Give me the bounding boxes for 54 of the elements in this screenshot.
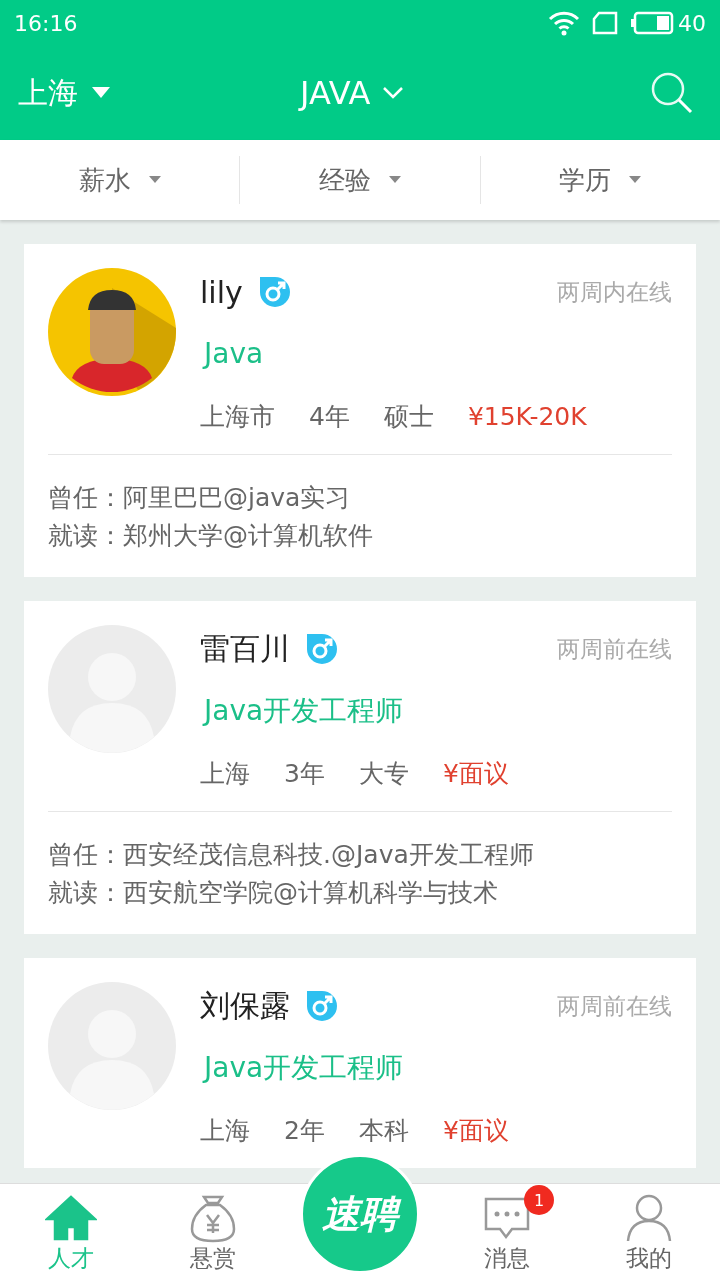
caret-icon <box>148 176 161 184</box>
work-history: 曾任：西安经茂信息科技.@Java开发工程师 <box>48 839 535 871</box>
education-history: 就读：西安航空学院@计算机科学与技术 <box>48 877 499 909</box>
filter-dropdown[interactable]: 经验 <box>240 140 480 220</box>
filter-dropdown[interactable]: 薪水 <box>0 140 240 220</box>
experience: 2年 <box>284 1114 325 1147</box>
online-status: 两周前在线 <box>557 634 672 664</box>
online-status: 两周内在线 <box>557 277 672 307</box>
avatar-icon <box>48 268 176 396</box>
candidate-name: 雷百川 <box>200 629 290 668</box>
search-icon[interactable] <box>650 71 694 115</box>
battery-level: 40 <box>678 10 706 36</box>
caret-icon <box>389 176 401 184</box>
wifi-icon <box>548 10 580 36</box>
nav-tab[interactable]: 我的 <box>594 1183 704 1280</box>
candidate-name: lily <box>200 274 243 310</box>
job-title: Java开发工程师 <box>204 1050 405 1086</box>
candidate-name: 刘保露 <box>200 986 290 1025</box>
male-icon <box>306 633 338 665</box>
job-title: Java <box>204 336 265 372</box>
nav-tab[interactable]: 悬赏 <box>158 1183 268 1280</box>
caret-icon <box>92 87 110 99</box>
salary: ¥15K-20K <box>467 401 587 431</box>
education: 本科 <box>358 1114 409 1147</box>
salary: ¥面议 <box>442 757 509 790</box>
sim-card-icon <box>592 11 618 35</box>
chevron-down-icon <box>382 86 405 100</box>
unread-badge: 1 <box>524 1185 554 1215</box>
home-icon <box>45 1195 97 1241</box>
battery-icon <box>630 11 674 35</box>
location: 上海 <box>200 757 250 790</box>
experience: 3年 <box>284 757 325 790</box>
filter-dropdown[interactable]: 学历 <box>480 140 720 220</box>
nav-tab[interactable]: 1 消息 <box>452 1183 562 1280</box>
money-bag-icon <box>188 1193 238 1243</box>
education-history: 就读：郑州大学@计算机软件 <box>48 520 374 552</box>
male-icon <box>258 276 291 308</box>
caret-icon <box>629 176 642 184</box>
online-status: 两周前在线 <box>557 991 672 1021</box>
location: 上海 <box>200 1114 250 1147</box>
chat-icon <box>482 1195 532 1241</box>
experience: 4年 <box>309 400 350 433</box>
person-icon <box>624 1193 674 1243</box>
candidate-card[interactable]: 雷百川 两周前在线 Java开发工程师 上海 3年 大专 ¥面议 曾任：西安经茂信息科技.@Java开发工程师 就读：西安航空学院@计算机科学与技术 <box>24 601 696 934</box>
status-time: 16:16 <box>14 10 78 36</box>
candidate-card[interactable]: 刘保露 两周前在线 Java开发工程师 上海 2年 本科 ¥面议 <box>24 958 696 1168</box>
location: 上海市 <box>200 400 275 433</box>
salary: ¥面议 <box>442 1114 509 1147</box>
male-icon <box>306 990 338 1022</box>
job-title: Java开发工程师 <box>204 693 405 729</box>
education: 硕士 <box>383 400 434 433</box>
work-history: 曾任：阿里巴巴@java实习 <box>48 482 352 514</box>
education: 大专 <box>358 757 409 790</box>
candidate-card[interactable]: lily 两周内在线 Java 上海市 4年 硕士 ¥15K-20K 曾任：阿里巴巴@java实习 就读：郑州大学@计算机软件 <box>24 244 696 577</box>
